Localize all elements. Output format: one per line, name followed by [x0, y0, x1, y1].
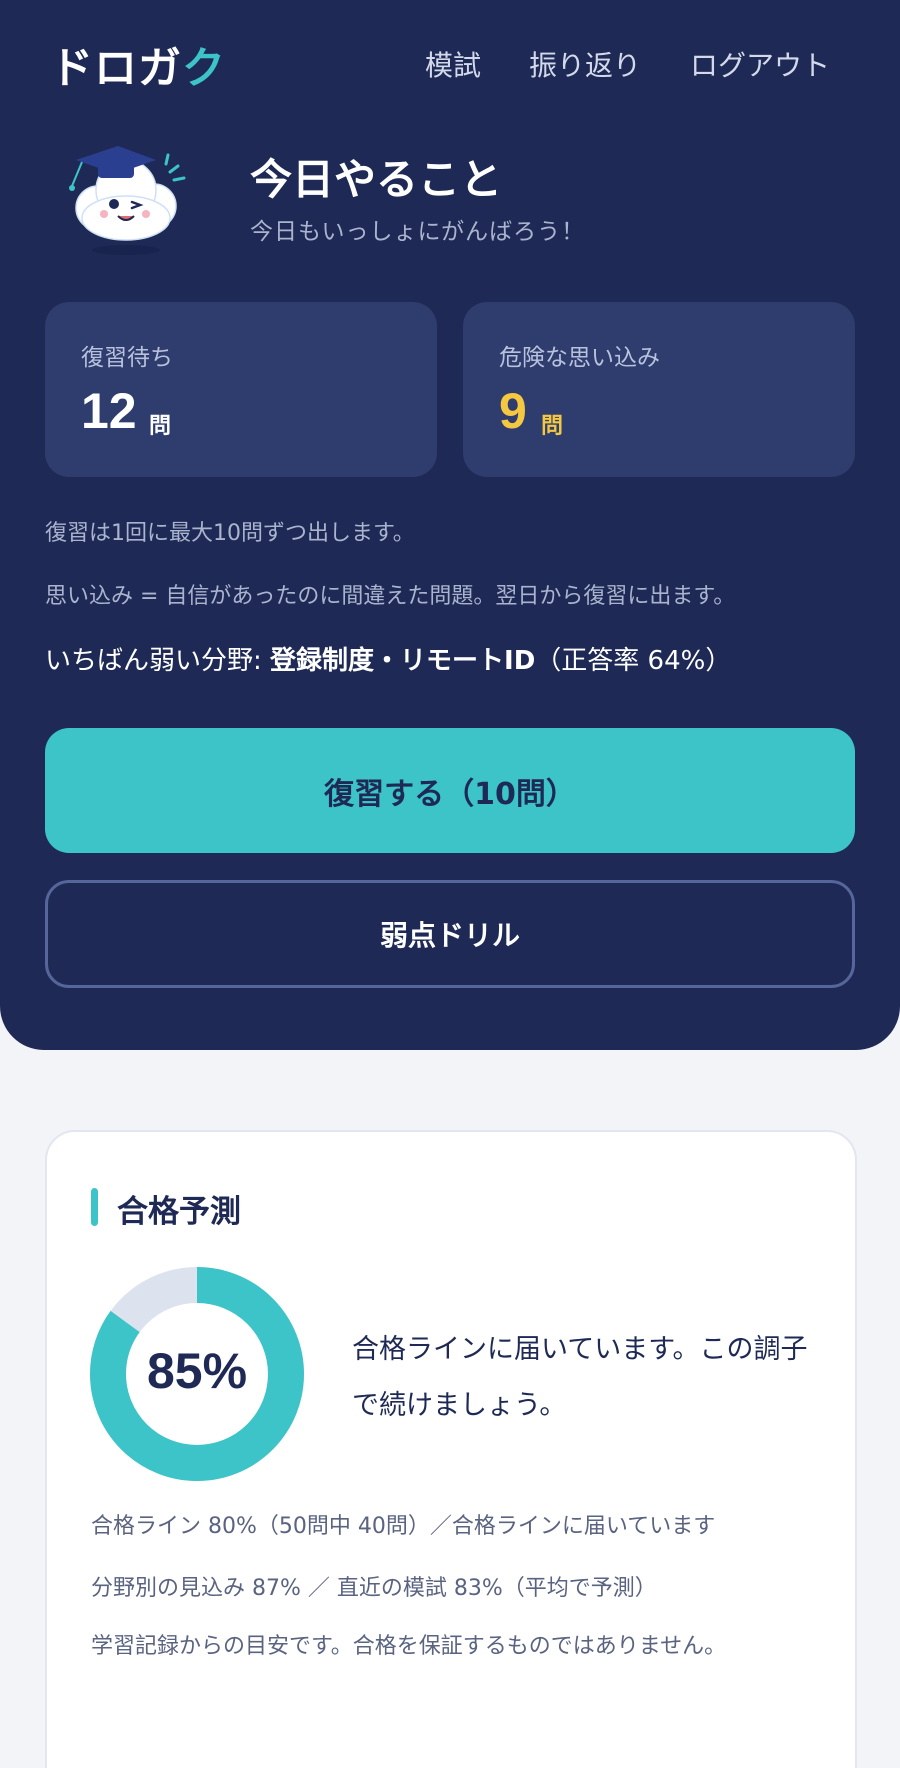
weakness-drill-button[interactable]: 弱点ドリル [45, 880, 855, 988]
weakest-field-name: 登録制度・リモートID [270, 646, 536, 676]
today-title: 今日やること [250, 155, 503, 204]
start-review-button[interactable]: 復習する（10問） [45, 728, 855, 853]
review-pending-unit: 問 [149, 414, 172, 439]
nav-review-history[interactable]: 振り返り [529, 44, 641, 84]
review-pending-card[interactable]: 復習待ち 12 問 [45, 302, 437, 477]
danger-misconception-label: 危険な思い込み [499, 345, 660, 371]
pass-prediction-title: 合格予測 [117, 1194, 241, 1230]
danger-misconception-unit: 問 [541, 414, 564, 439]
logo-main: ドロガ [50, 44, 182, 94]
pass-probability-value: 85% [146, 1343, 248, 1399]
danger-misconception-card[interactable]: 危険な思い込み 9 問 [463, 302, 855, 477]
pass-prediction-card: 合格予測 85% 合格ラインに届いています。この調子で続けましょう。 合格ライン… [45, 1130, 857, 1768]
cloud-mascot-icon [69, 146, 186, 255]
prediction-disclaimer: 学習記録からの目安です。合格を保証するものではありません。 [91, 1634, 727, 1659]
pass-prediction-message: 合格ラインに届いています。この調子で続けましょう。 [352, 1334, 808, 1421]
pass-line-detail: 合格ライン 80%（50問中 40問）／合格ラインに届いています [91, 1514, 716, 1539]
app-logo[interactable]: ドロガク [50, 34, 226, 96]
weakest-field: いちばん弱い分野: 登録制度・リモートID（正答率 64%） [45, 640, 731, 677]
prediction-breakdown: 分野別の見込み 87% ／ 直近の模試 83%（平均で予測） [91, 1576, 657, 1601]
weakest-field-rate: （正答率 64%） [535, 646, 732, 676]
danger-misconception-count: 9 [499, 383, 527, 439]
nav-mock-exam[interactable]: 模試 [425, 44, 481, 84]
section-accent-bar [91, 1188, 98, 1226]
misconception-definition-note: 思い込み = 自信があったのに間違えた問題。翌日から復習に出ます。 [45, 584, 736, 609]
review-limit-note: 復習は1回に最大10問ずつ出します。 [45, 521, 415, 546]
today-panel: ドロガク 模試 振り返り ログアウト 今日やること 今日もいっしょにがんばろう！… [0, 0, 900, 1050]
nav-logout[interactable]: ログアウト [690, 44, 830, 84]
review-pending-label: 復習待ち [81, 345, 173, 371]
logo-accent: ク [182, 44, 226, 94]
review-pending-count: 12 [81, 383, 137, 439]
weakest-field-prefix: いちばん弱い分野: [45, 646, 271, 676]
today-subtitle: 今日もいっしょにがんばろう！ [250, 219, 586, 245]
